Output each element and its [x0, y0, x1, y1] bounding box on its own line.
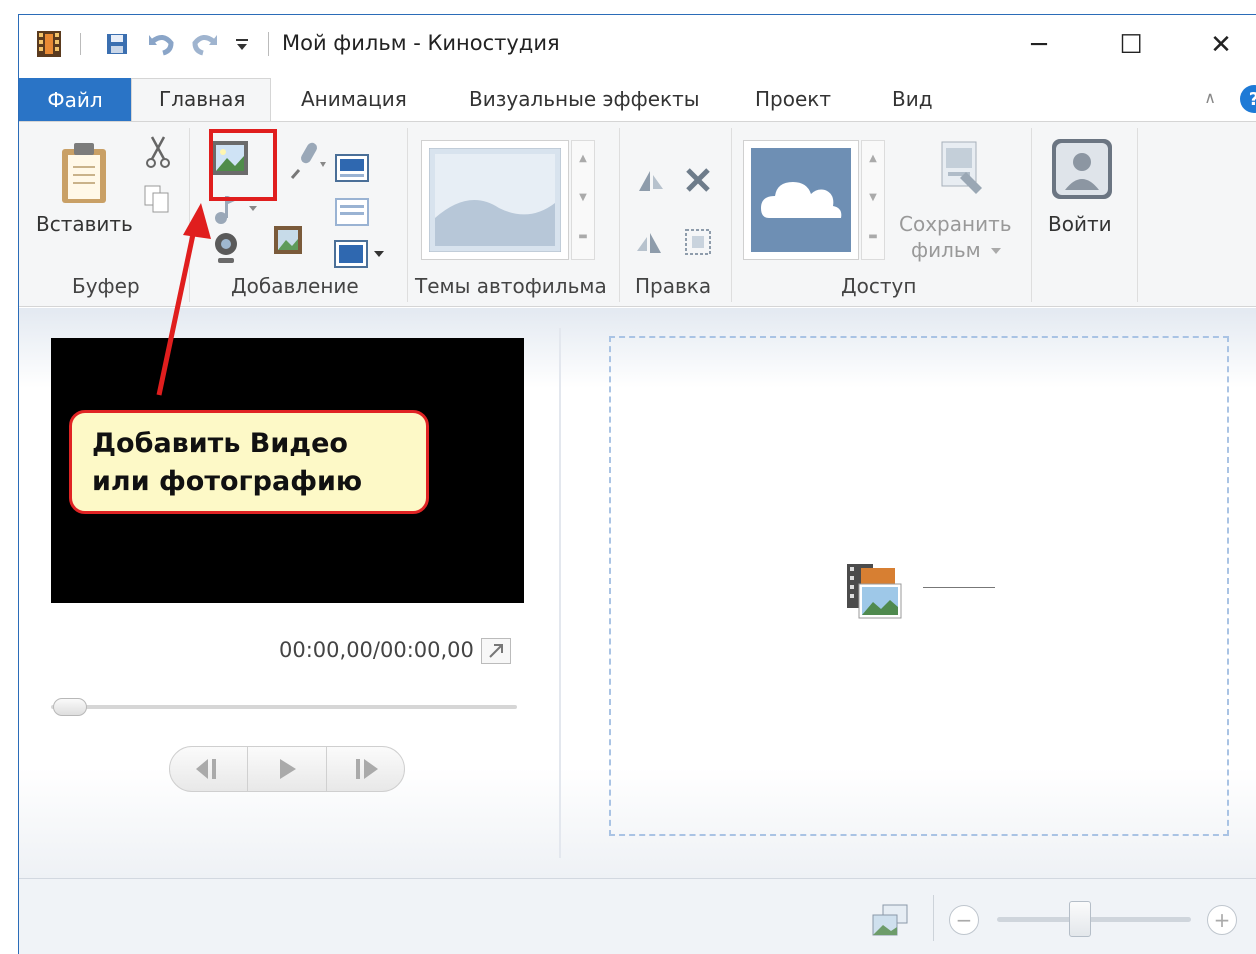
- rotate-left-icon[interactable]: [633, 164, 667, 196]
- thumbnail-size-icon[interactable]: [871, 903, 911, 939]
- storyboard-drop-area[interactable]: [609, 336, 1229, 836]
- paste-icon[interactable]: [57, 138, 111, 208]
- redo-icon[interactable]: [189, 29, 221, 59]
- quick-access-divider: [75, 29, 85, 59]
- add-media-placeholder-icon: [847, 564, 902, 619]
- annotation-line-2: или фотографию: [92, 466, 363, 497]
- save-icon[interactable]: [101, 29, 133, 59]
- sign-in-label[interactable]: Войти: [1048, 212, 1112, 236]
- tab-visual-effects[interactable]: Визуальные эффекты: [469, 87, 700, 111]
- tab-project[interactable]: Проект: [755, 87, 831, 111]
- help-icon[interactable]: ?: [1240, 85, 1256, 113]
- annotation-arrow-icon: [156, 203, 211, 396]
- next-frame-icon: [356, 759, 379, 779]
- seek-slider-thumb[interactable]: [53, 698, 87, 716]
- select-all-icon[interactable]: [681, 226, 715, 258]
- playback-timecode: 00:00,00/00:00,00: [279, 638, 474, 662]
- theme-thumbnail-icon: [429, 148, 561, 252]
- group-separator: [1031, 128, 1032, 302]
- movie-maker-window: Мой фильм - Киностудия ─ ☐ ✕ Файл Главна…: [18, 14, 1256, 954]
- tab-file[interactable]: Файл: [19, 78, 131, 121]
- save-movie-dropdown-icon[interactable]: [989, 246, 1003, 256]
- group-label-automovie-themes: Темы автофильма: [415, 274, 607, 298]
- title-bar: Мой фильм - Киностудия ─ ☐ ✕: [19, 15, 1256, 75]
- collapse-ribbon-icon[interactable]: ∧: [1204, 88, 1216, 107]
- annotation-callout: Добавить Видео или фотографию: [69, 410, 429, 514]
- next-frame-button[interactable]: [327, 747, 404, 791]
- customize-dropdown-icon[interactable]: [231, 29, 253, 59]
- maximize-button[interactable]: ☐: [1101, 23, 1161, 67]
- add-credits-icon[interactable]: [333, 238, 389, 270]
- placeholder-line: [923, 587, 995, 588]
- play-button[interactable]: [248, 747, 327, 791]
- rotate-right-icon[interactable]: [633, 226, 667, 258]
- cut-icon[interactable]: [143, 134, 173, 170]
- window-title: Мой фильм - Киностудия: [282, 31, 560, 55]
- group-label-edit: Правка: [635, 274, 712, 298]
- cloud-share-icon: [751, 148, 851, 252]
- undo-icon[interactable]: [145, 29, 177, 59]
- tab-home[interactable]: Главная: [159, 87, 245, 111]
- ribbon-tabs: Файл Главная Анимация Визуальные эффекты…: [19, 75, 1256, 122]
- status-bar: − +: [19, 878, 1256, 954]
- zoom-slider-thumb[interactable]: [1069, 901, 1091, 937]
- fullscreen-preview-button[interactable]: [481, 638, 511, 664]
- group-separator: [731, 128, 732, 302]
- theme-gallery-scroll[interactable]: ▲ ▼ ▬: [571, 140, 595, 260]
- playback-controls: [169, 746, 405, 792]
- zoom-out-icon[interactable]: −: [949, 905, 979, 935]
- share-gallery-scroll[interactable]: ▲ ▼ ▬: [861, 140, 885, 260]
- play-icon: [279, 759, 296, 779]
- paste-button-label[interactable]: Вставить: [36, 212, 133, 236]
- narration-microphone-icon[interactable]: [287, 138, 329, 182]
- status-divider: [933, 895, 934, 941]
- group-label-share: Доступ: [841, 274, 917, 298]
- add-title-icon[interactable]: [333, 152, 371, 184]
- remove-icon[interactable]: [681, 164, 715, 196]
- save-movie-icon[interactable]: [929, 136, 991, 200]
- automovie-theme-gallery[interactable]: [421, 140, 569, 260]
- zoom-track[interactable]: [997, 917, 1191, 922]
- group-separator: [1137, 128, 1138, 302]
- previous-frame-button[interactable]: [170, 747, 249, 791]
- tab-view[interactable]: Вид: [892, 87, 933, 111]
- tab-animation[interactable]: Анимация: [301, 87, 407, 111]
- pane-divider[interactable]: [559, 328, 561, 858]
- annotation-line-1: Добавить Видео: [92, 428, 348, 459]
- sign-in-avatar-icon[interactable]: [1049, 136, 1115, 202]
- seek-track[interactable]: [51, 705, 517, 709]
- highlight-box: [209, 129, 277, 201]
- minimize-button[interactable]: ─: [1009, 23, 1069, 67]
- title-divider: [263, 29, 273, 59]
- previous-frame-icon: [195, 759, 216, 779]
- film-app-icon[interactable]: [33, 29, 65, 59]
- close-button[interactable]: ✕: [1191, 23, 1251, 67]
- share-gallery[interactable]: [743, 140, 859, 260]
- group-label-buffer: Буфер: [72, 274, 140, 298]
- save-movie-label-line2[interactable]: фильм: [911, 238, 981, 262]
- save-movie-label-line1[interactable]: Сохранить: [899, 212, 1012, 236]
- group-separator: [619, 128, 620, 302]
- zoom-in-icon[interactable]: +: [1207, 905, 1237, 935]
- group-separator: [407, 128, 408, 302]
- add-caption-icon[interactable]: [333, 196, 371, 228]
